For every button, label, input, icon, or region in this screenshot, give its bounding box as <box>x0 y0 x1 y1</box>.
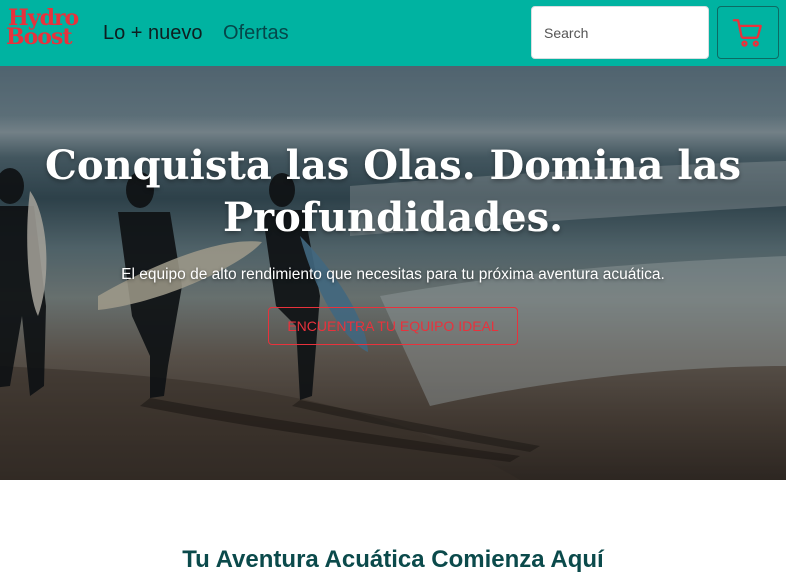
cart-button[interactable] <box>717 6 779 59</box>
nav-link-new[interactable]: Lo + nuevo <box>103 21 203 45</box>
brand-logo-line2: Boost <box>6 24 73 51</box>
navbar: Hydro Boost Lo + nuevo Ofertas <box>0 0 786 66</box>
search-input[interactable] <box>531 6 709 59</box>
hero-title: Conquista las Olas. Domina las Profundid… <box>44 142 741 241</box>
nav-link-ofertas[interactable]: Ofertas <box>223 21 289 45</box>
find-gear-button[interactable]: ENCUENTRA TU EQUIPO IDEAL <box>268 307 518 345</box>
cart-icon <box>732 18 762 47</box>
section-title: Tu Aventura Acuática Comienza Aquí <box>182 546 604 573</box>
hero-banner: Conquista las Olas. Domina las Profundid… <box>0 66 786 480</box>
brand-logo[interactable]: Hydro Boost <box>6 7 86 55</box>
hero-subtitle: El equipo de alto rendimiento que necesi… <box>121 266 665 283</box>
